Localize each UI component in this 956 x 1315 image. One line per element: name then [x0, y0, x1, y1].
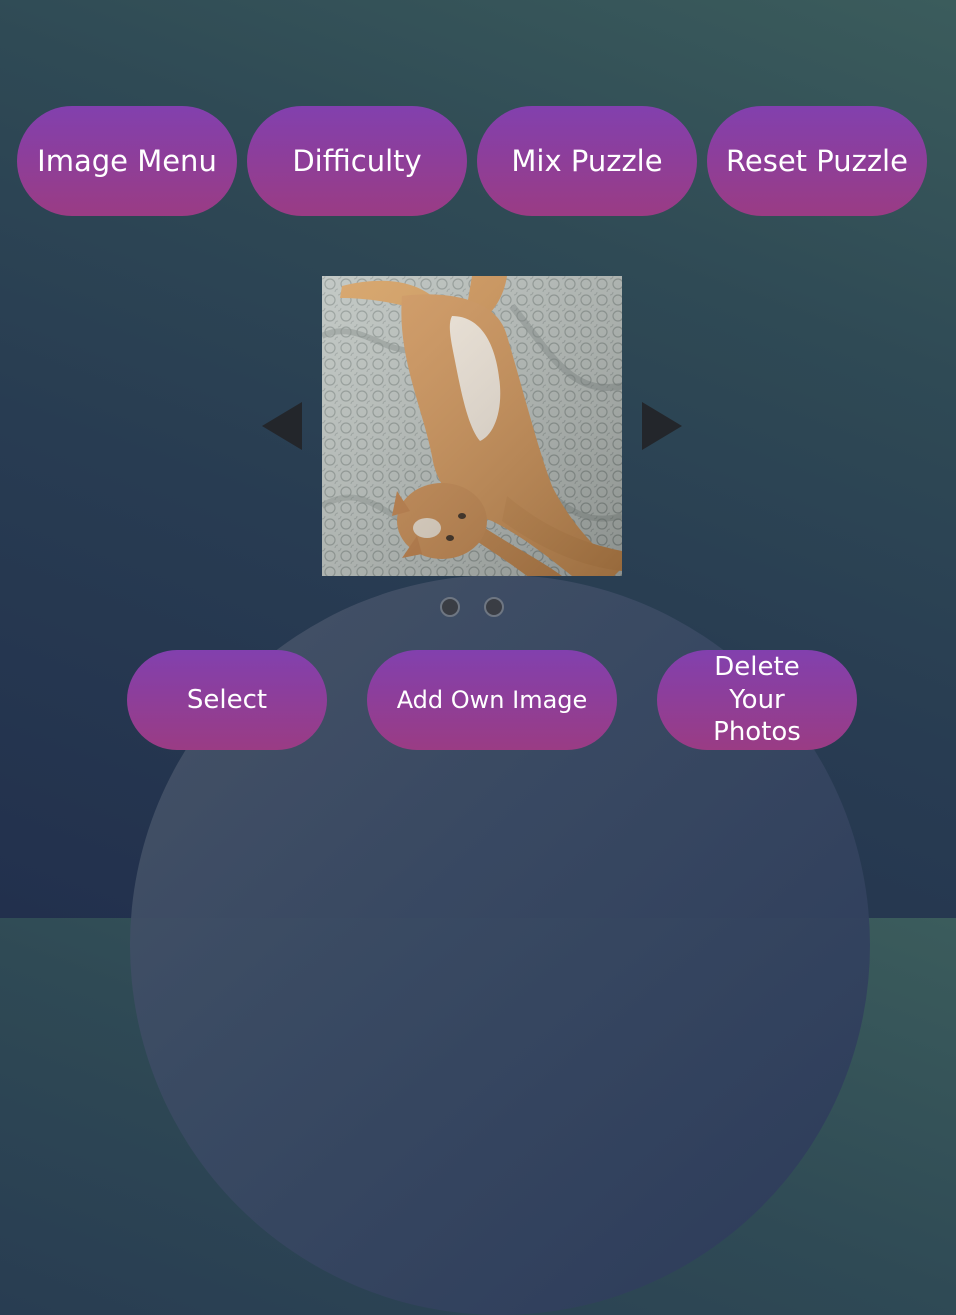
add-own-image-button[interactable]: Add Own Image: [367, 650, 617, 750]
difficulty-button[interactable]: Difficulty: [247, 106, 467, 216]
reset-puzzle-button[interactable]: Reset Puzzle: [707, 106, 927, 216]
carousel-indicator-2[interactable]: [484, 597, 504, 617]
cat-photo: [322, 276, 622, 576]
image-preview: [322, 276, 622, 576]
carousel-indicator-1[interactable]: [440, 597, 460, 617]
next-image-arrow-icon[interactable]: [642, 402, 682, 450]
select-button[interactable]: Select: [127, 650, 327, 750]
mix-puzzle-button[interactable]: Mix Puzzle: [477, 106, 697, 216]
delete-your-photos-button[interactable]: Delete Your Photos: [657, 650, 857, 750]
image-menu-button[interactable]: Image Menu: [17, 106, 237, 216]
previous-image-arrow-icon[interactable]: [262, 402, 302, 450]
